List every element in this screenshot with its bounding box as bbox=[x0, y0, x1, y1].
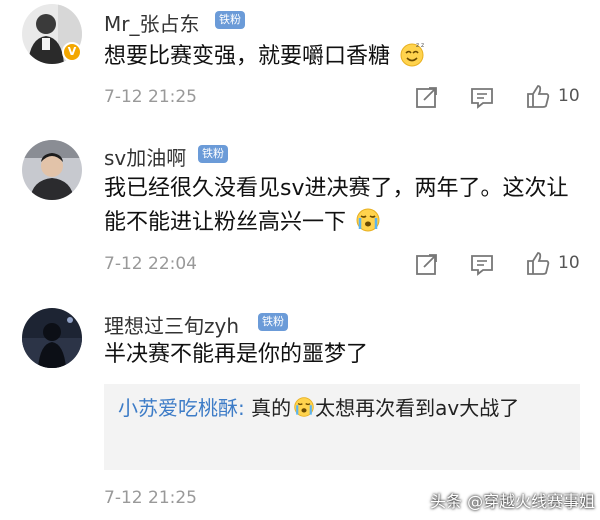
fan-badge: 铁粉 bbox=[215, 11, 245, 29]
timestamp: 7-12 21:25 bbox=[104, 87, 197, 107]
date: 7-12 bbox=[104, 87, 143, 107]
crying-emoji-icon bbox=[294, 397, 314, 417]
reply-text-part-2: 太想再次看到av大战了 bbox=[315, 396, 520, 420]
like-icon[interactable] bbox=[525, 250, 551, 276]
comment-icon[interactable] bbox=[469, 84, 495, 110]
username[interactable]: sv加油啊 bbox=[104, 142, 186, 171]
fan-badge: 铁粉 bbox=[258, 313, 288, 331]
username[interactable]: Mr_张占东 bbox=[104, 8, 199, 37]
verified-badge-icon: V bbox=[62, 42, 82, 62]
avatar[interactable] bbox=[22, 308, 82, 368]
comment-text: 我已经很久没看见sv进决赛了，两年了。这次让能不能进让粉丝高兴一下 bbox=[104, 172, 574, 240]
reply-preview[interactable]: 小苏爱吃桃酥: 真的 太想再次看到av大战了 bbox=[104, 384, 580, 470]
like-count: 10 bbox=[558, 86, 580, 106]
like-count: 10 bbox=[558, 253, 580, 273]
svg-text:z z: z z bbox=[416, 42, 424, 49]
comment-text-body: 想要比赛变强，就要嚼口香糖 bbox=[104, 44, 391, 69]
timestamp: 7-12 22:04 bbox=[104, 254, 197, 274]
reply-text: 小苏爱吃桃酥: 真的 太想再次看到av大战了 bbox=[118, 390, 568, 426]
username[interactable]: 理想过三旬zyh bbox=[104, 310, 239, 339]
watermark: 头条 @穿越火线赛事姐 bbox=[430, 492, 596, 511]
time: 21:25 bbox=[148, 488, 197, 508]
reply-username[interactable]: 小苏爱吃桃酥: bbox=[118, 396, 245, 420]
date: 7-12 bbox=[104, 488, 143, 508]
date: 7-12 bbox=[104, 254, 143, 274]
avatar[interactable] bbox=[22, 140, 82, 200]
comment-text: 半决赛不能再是你的噩梦了 bbox=[104, 338, 574, 372]
crying-emoji-icon bbox=[356, 208, 380, 232]
comment-text-body: 我已经很久没看见sv进决赛了，两年了。这次让能不能进让粉丝高兴一下 bbox=[104, 176, 569, 235]
time: 21:25 bbox=[148, 87, 197, 107]
comment-text-body: 半决赛不能再是你的噩梦了 bbox=[104, 342, 369, 367]
reply-text-part-1: 真的 bbox=[244, 396, 292, 420]
smile-emoji-icon: z z bbox=[400, 42, 424, 67]
comment-icon[interactable] bbox=[469, 251, 495, 277]
timestamp: 7-12 21:25 bbox=[104, 488, 197, 508]
fan-badge: 铁粉 bbox=[198, 145, 228, 163]
like-icon[interactable] bbox=[525, 83, 551, 109]
share-icon[interactable] bbox=[414, 84, 440, 110]
time: 22:04 bbox=[148, 254, 197, 274]
comment-text: 想要比赛变强，就要嚼口香糖 z z bbox=[104, 40, 574, 74]
share-icon[interactable] bbox=[414, 251, 440, 277]
